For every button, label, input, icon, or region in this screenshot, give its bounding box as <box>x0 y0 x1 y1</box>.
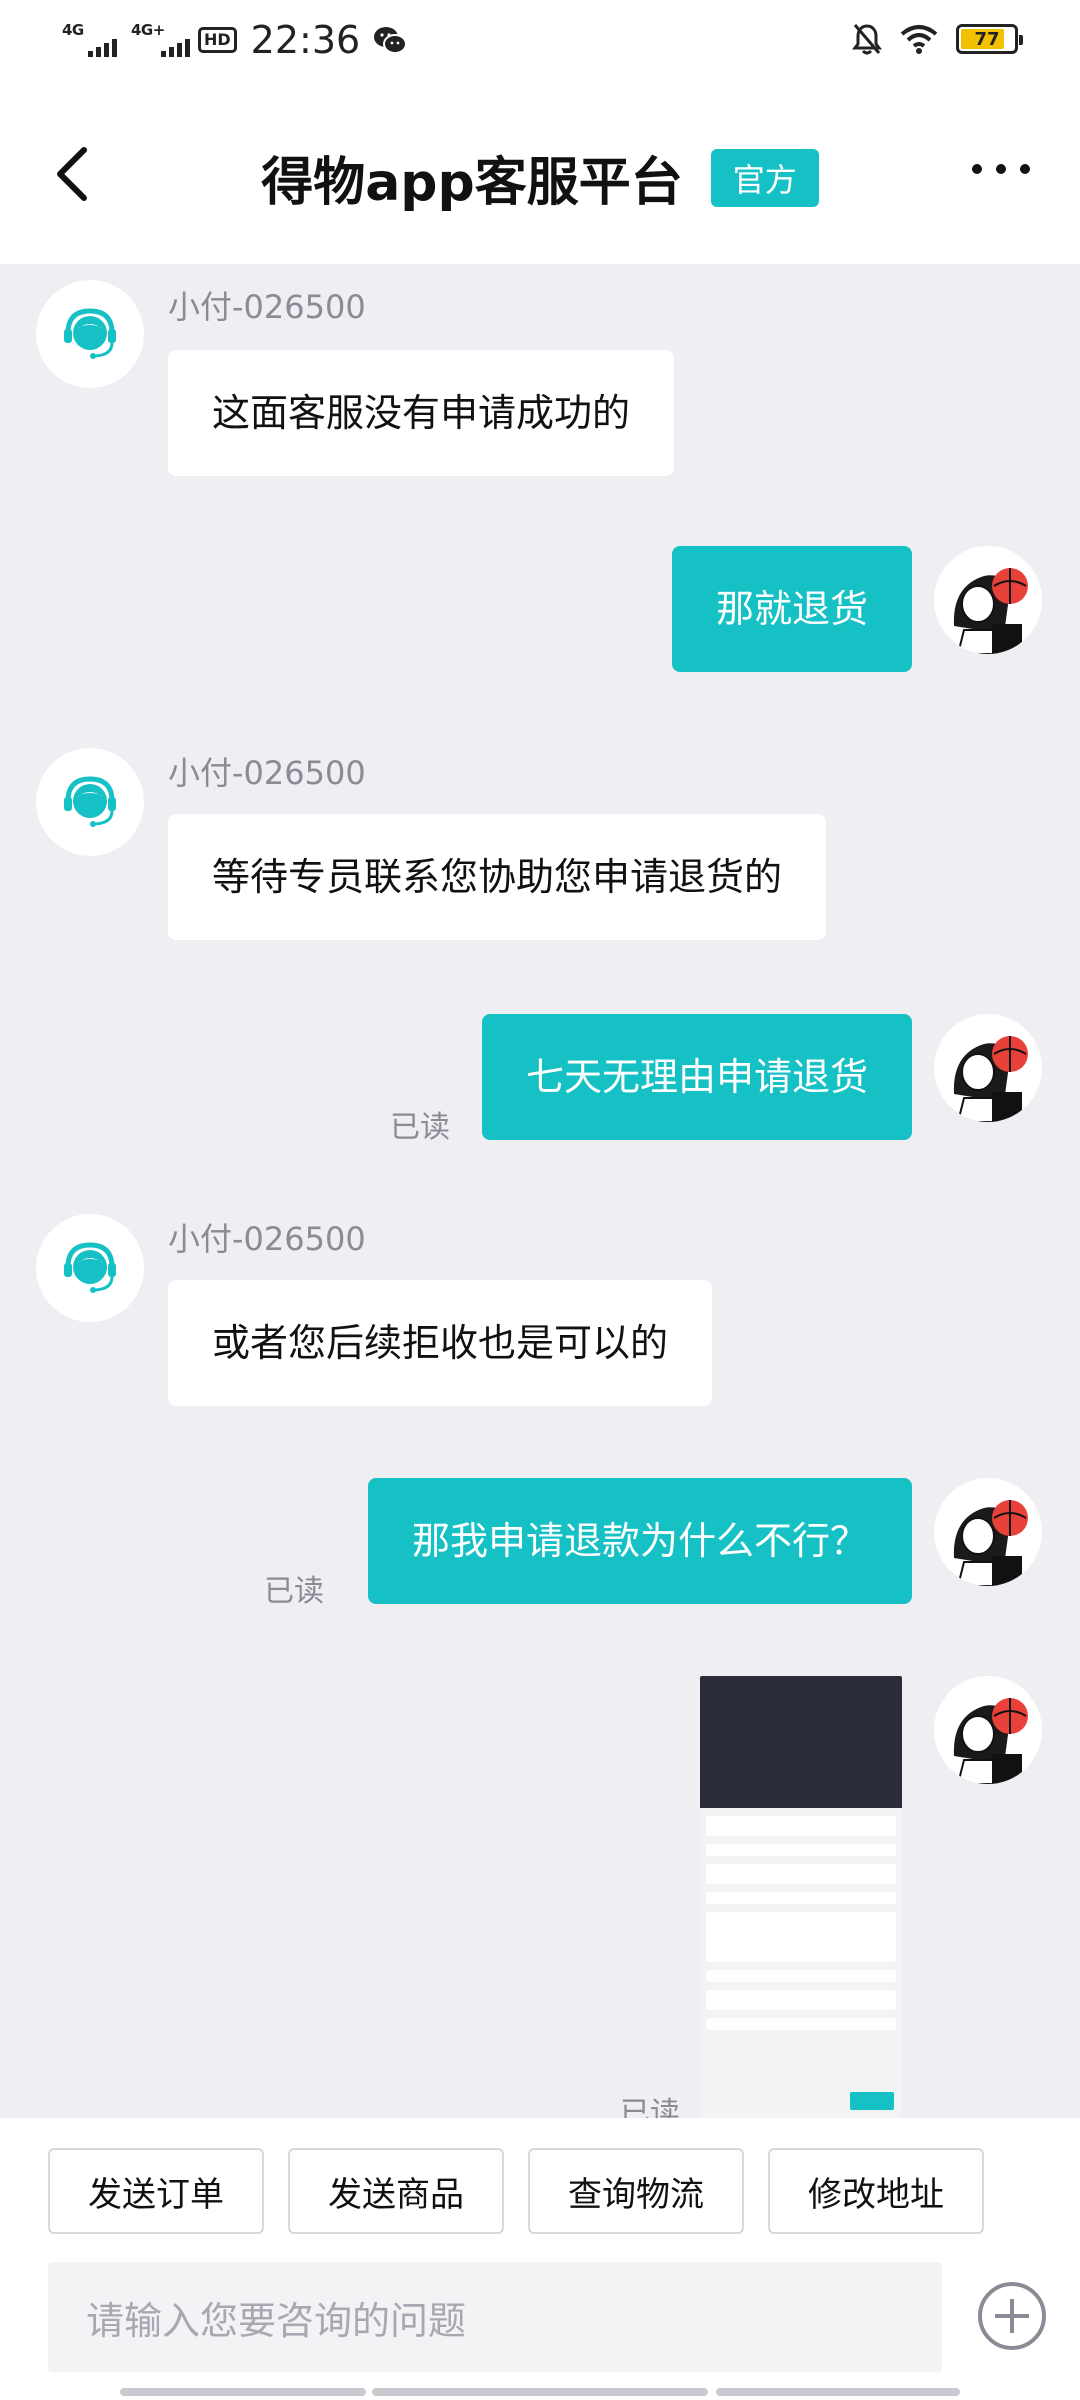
chat-area[interactable]: 小付-026500 这面客服没有申请成功的 已读 那就退货 小付-026500 … <box>0 264 1080 2118</box>
more-options-icon[interactable] <box>972 164 1030 174</box>
message-bubble-outgoing[interactable]: 那我申请退款为什么不行？ <box>367 1478 912 1604</box>
message-bubble-outgoing[interactable]: 七天无理由申请退货 <box>481 1014 912 1140</box>
user-avatar[interactable] <box>934 1478 1042 1586</box>
send-order-button[interactable]: 发送订单 <box>48 2148 264 2234</box>
user-avatar[interactable] <box>934 1676 1042 1784</box>
read-status: 已读 <box>264 1574 324 1609</box>
send-product-button[interactable]: 发送商品 <box>288 2148 504 2234</box>
agent-avatar[interactable] <box>36 280 144 388</box>
wifi-icon <box>900 25 938 54</box>
hd-icon: HD <box>198 27 237 53</box>
signal-icon-sim1: 4G <box>62 21 117 57</box>
nav-gesture-bar <box>372 2388 708 2396</box>
agent-name: 小付-026500 <box>168 288 366 326</box>
agent-avatar[interactable] <box>36 748 144 856</box>
read-status: 已读 <box>620 2096 680 2118</box>
signal-icon-sim2: 4G+ <box>131 21 190 57</box>
screenshot-image-message[interactable] <box>700 1676 902 2118</box>
bottom-panel: 发送订单 发送商品 查询物流 修改地址 请输入您要咨询的问题 <box>0 2118 1080 2400</box>
customer-service-headset-icon <box>64 308 116 359</box>
nav-gesture-bar <box>120 2388 366 2396</box>
page-title: 得物app客服平台 <box>261 153 683 213</box>
battery-icon: 77 <box>956 24 1023 54</box>
message-input[interactable]: 请输入您要咨询的问题 <box>48 2262 942 2372</box>
title-group: 得物app客服平台 官方 <box>0 140 1080 215</box>
message-bubble-outgoing[interactable]: 那就退货 <box>671 546 912 672</box>
customer-service-headset-icon <box>64 776 116 827</box>
status-bar: 4G 4G+ HD 22:36 77 <box>0 0 1080 84</box>
status-right: 77 <box>852 22 1023 56</box>
customer-service-headset-icon <box>64 1242 116 1293</box>
message-bubble-incoming[interactable]: 这面客服没有申请成功的 <box>168 350 675 476</box>
official-badge: 官方 <box>710 148 819 207</box>
nav-gesture-bar <box>716 2388 960 2396</box>
agent-name: 小付-026500 <box>168 754 366 792</box>
clock: 22:36 <box>250 18 361 62</box>
user-avatar-icon <box>934 1676 1042 1784</box>
user-avatar[interactable] <box>934 1014 1042 1122</box>
chat-header: 得物app客服平台 官方 <box>0 84 1080 264</box>
message-bubble-incoming[interactable]: 或者您后续拒收也是可以的 <box>168 1280 713 1406</box>
wechat-icon <box>374 27 408 54</box>
change-address-button[interactable]: 修改地址 <box>768 2148 984 2234</box>
message-bubble-incoming[interactable]: 等待专员联系您协助您申请退货的 <box>168 814 827 940</box>
read-status: 已读 <box>390 1110 450 1145</box>
status-left: 4G 4G+ HD 22:36 <box>62 18 408 62</box>
user-avatar-icon <box>934 546 1042 654</box>
user-avatar[interactable] <box>934 546 1042 654</box>
mute-bell-icon <box>852 24 882 55</box>
agent-avatar[interactable] <box>36 1214 144 1322</box>
agent-name: 小付-026500 <box>168 1220 366 1258</box>
user-avatar-icon <box>934 1478 1042 1586</box>
add-plus-icon[interactable] <box>978 2282 1046 2350</box>
track-logistics-button[interactable]: 查询物流 <box>528 2148 744 2234</box>
user-avatar-icon <box>934 1014 1042 1122</box>
